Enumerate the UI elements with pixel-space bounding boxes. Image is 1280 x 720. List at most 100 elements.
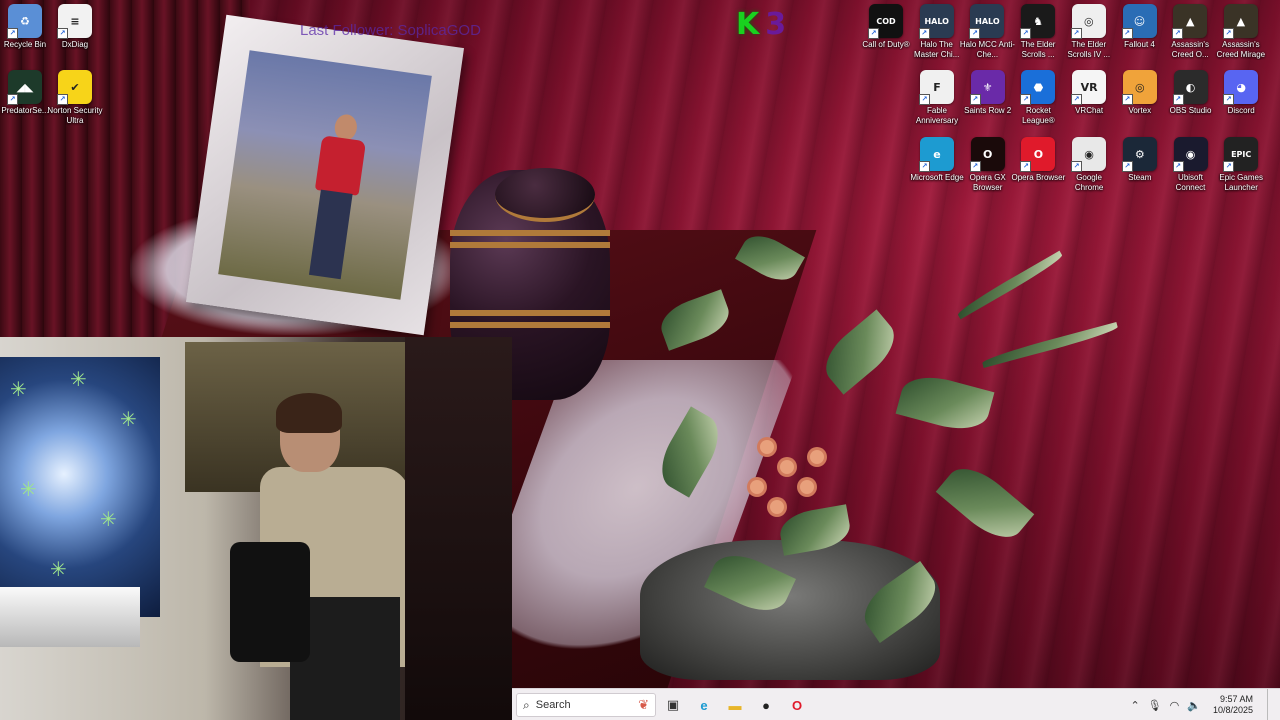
desktop-icon-label: VRChat — [1075, 106, 1104, 115]
desktop-icon-predatorsense[interactable]: ◢◣ ↗ PredatorSe... — [0, 70, 50, 132]
desktop-icon-label: Opera Browser — [1011, 173, 1066, 182]
shortcut-arrow-icon: ↗ — [57, 94, 68, 105]
desktop-icon-edge[interactable]: e ↗ Microsoft Edge — [910, 137, 964, 199]
microphone-icon[interactable]: 🎙 — [1148, 699, 1162, 712]
shortcut-arrow-icon: ↗ — [918, 28, 930, 39]
norton-icon: ✔ ↗ — [57, 70, 92, 105]
icon-glyph: HALO — [975, 16, 1000, 26]
desktop-icon-cod[interactable]: COD ↗ Call of Duty® — [861, 4, 911, 66]
wifi-icon[interactable]: ◠ — [1170, 699, 1180, 712]
desktop-icon-label: Norton Security Ultra — [47, 106, 103, 125]
desktop-icon-fallout4[interactable]: ☺ ↗ Fallout 4 — [1115, 4, 1165, 66]
taskbar-apps: ▣ e ▬ ● O — [656, 691, 811, 719]
taskbar-opera-button[interactable]: O — [783, 691, 811, 719]
shortcut-arrow-icon: ↗ — [1172, 94, 1184, 105]
taskbar-file-explorer-button[interactable]: ▬ — [721, 691, 749, 719]
fable-icon: F ↗ — [919, 70, 954, 105]
clock-time: 9:57 AM — [1219, 694, 1253, 704]
edge-icon: e ↗ — [919, 137, 954, 172]
taskbar-edge-button[interactable]: e — [690, 691, 718, 719]
desktop-icon-obs[interactable]: ◐ ↗ OBS Studio — [1166, 70, 1216, 132]
desktop-icon-halo-mcc-chief[interactable]: HALO ↗ Halo The Master Chi... — [912, 4, 962, 66]
wallpaper-photo-person — [298, 111, 371, 286]
desktop-icon-label: Fable Anniversary — [915, 106, 959, 125]
vortex-icon: ◎ ↗ — [1121, 70, 1157, 105]
desktop-icon-opera[interactable]: O ↗ Opera Browser — [1011, 137, 1066, 199]
desktop-icon-label: Epic Games Launcher — [1219, 173, 1263, 192]
shortcut-arrow-icon: ↗ — [1223, 94, 1235, 105]
desktop-icon-epic[interactable]: EPIC ↗ Epic Games Launcher — [1216, 137, 1266, 199]
shortcut-arrow-icon: ↗ — [1222, 28, 1234, 39]
shortcut-arrow-icon: ↗ — [919, 94, 930, 105]
edge-icon: e — [700, 697, 708, 713]
desktop-icon-ubisoft[interactable]: ◉ ↗ Ubisoft Connect — [1166, 137, 1216, 199]
taskbar-app-red-button[interactable]: ● — [752, 691, 780, 719]
volume-icon[interactable]: 🔈 — [1187, 699, 1201, 712]
desktop-icon-halo-mcc-anticheat[interactable]: HALO ↗ Halo MCC Anti-Che... — [960, 4, 1015, 66]
shortcut-arrow-icon: ↗ — [1172, 161, 1184, 172]
desktop-icon-ac-mirage[interactable]: ▲ ↗ Assassin's Creed Mirage — [1216, 4, 1266, 66]
show-desktop-button[interactable] — [1267, 689, 1272, 720]
shortcut-arrow-icon: ↗ — [1020, 28, 1032, 39]
desktop-icon-saints-row[interactable]: ⚜ ↗ Saints Row 2 — [963, 70, 1013, 132]
icon-glyph: COD — [876, 16, 896, 26]
webcam-person — [230, 393, 430, 720]
shortcut-arrow-icon: ↗ — [969, 28, 981, 39]
halo-icon: HALO ↗ — [969, 4, 1005, 39]
desktop-icon-rocket-league[interactable]: ⬣ ↗ Rocket League® — [1013, 70, 1063, 132]
taskbar-task-view-button[interactable]: ▣ — [659, 691, 687, 719]
desktop-icon-label: Recycle Bin — [3, 40, 47, 49]
desktop-icon-opera-gx[interactable]: O ↗ Opera GX Browser — [963, 137, 1013, 199]
desktop-icon-label: Steam — [1128, 173, 1152, 182]
icon-glyph: ◉ — [1084, 147, 1094, 161]
search-placeholder: Search — [535, 699, 571, 711]
shortcut-arrow-icon: ↗ — [1121, 28, 1133, 39]
desktop-icon-fable[interactable]: F ↗ Fable Anniversary — [912, 70, 962, 132]
icon-glyph: ▲ — [1236, 14, 1246, 28]
desktop-icon-label: Saints Row 2 — [964, 106, 1012, 115]
taskbar: ⌕ Search ❦ ▣ e ▬ ● O ⌃ 🎙 ◠ 🔈 9:57 AM 10/8/20… — [512, 688, 1280, 720]
icon-glyph: ◢◣ — [16, 80, 34, 94]
desktop-icon-label: The Elder Scrolls IV ... — [1067, 40, 1111, 59]
rocket-league-icon: ⬣ ↗ — [1020, 70, 1056, 105]
desktop-icon-discord[interactable]: ◕ ↗ Discord — [1216, 70, 1266, 132]
desktop-icon-label: Fallout 4 — [1124, 40, 1155, 49]
vrchat-icon: VR ↗ — [1071, 70, 1107, 105]
shortcut-arrow-icon: ↗ — [969, 94, 981, 105]
icon-glyph: ☺ — [1133, 14, 1146, 28]
desktop-icon-dxdiag[interactable]: ≡ ↗ DxDiag — [50, 4, 100, 66]
recycle-bin-icon: ♻ ↗ — [7, 4, 42, 39]
chrome-icon: ◉ ↗ — [1071, 137, 1107, 172]
search-highlight-icon: ❦ — [638, 697, 649, 712]
desktop-icon-recycle-bin[interactable]: ♻ ↗ Recycle Bin — [0, 4, 50, 66]
shortcut-arrow-icon: ↗ — [1223, 161, 1235, 172]
desktop-icon-elder-scrolls-online[interactable]: ♞ ↗ The Elder Scrolls ... — [1013, 4, 1063, 66]
obs-icon: ◐ ↗ — [1172, 70, 1208, 105]
clock[interactable]: 9:57 AM 10/8/2025 — [1213, 694, 1253, 716]
icon-glyph: O — [1033, 147, 1044, 161]
shortcut-arrow-icon: ↗ — [57, 28, 68, 39]
search-icon: ⌕ — [523, 697, 530, 712]
desktop-icon-vrchat[interactable]: VR ↗ VRChat — [1064, 70, 1114, 132]
taskbar-search[interactable]: ⌕ Search ❦ — [516, 693, 656, 717]
icon-glyph: F — [933, 80, 941, 94]
chevron-up-icon[interactable]: ⌃ — [1130, 699, 1139, 712]
desktop-icon-vortex[interactable]: ◎ ↗ Vortex — [1115, 70, 1165, 132]
icon-glyph: EPIC — [1231, 149, 1252, 159]
desktop-icon-label: Assassin's Creed Mirage — [1216, 40, 1266, 59]
webcam-overlay: ✳ ✳ ✳ ✳ ✳ ✳ — [0, 337, 512, 720]
desktop-icon-ac-odyssey[interactable]: ▲ ↗ Assassin's Creed O... — [1165, 4, 1215, 66]
desktop-icon-norton[interactable]: ✔ ↗ Norton Security Ultra — [47, 70, 103, 132]
desktop-icon-oblivion[interactable]: ◎ ↗ The Elder Scrolls IV ... — [1064, 4, 1114, 66]
fallout-icon: ☺ ↗ — [1121, 4, 1157, 39]
shortcut-arrow-icon: ↗ — [7, 94, 18, 105]
desktop-icon-label: OBS Studio — [1169, 106, 1212, 115]
icon-glyph: ◕ — [1236, 80, 1246, 94]
desktop-icon-label: The Elder Scrolls ... — [1020, 40, 1056, 59]
desktop-icon-chrome[interactable]: ◉ ↗ Google Chrome — [1064, 137, 1114, 199]
predator-icon: ◢◣ ↗ — [7, 70, 42, 105]
icon-glyph: ⬣ — [1033, 80, 1044, 94]
desktop-icon-steam[interactable]: ⚙ ↗ Steam — [1115, 137, 1165, 199]
desktop-icon-label: Halo The Master Chi... — [914, 40, 960, 59]
app-icon: ● — [762, 697, 770, 713]
